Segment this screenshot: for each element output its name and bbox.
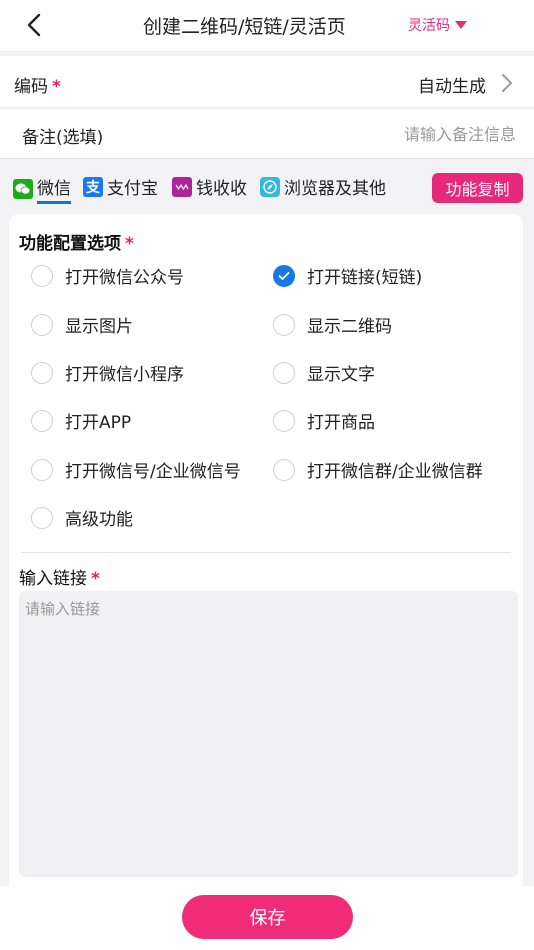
mode-label: 灵活码 xyxy=(408,18,450,34)
option-open-product[interactable]: 打开商品 xyxy=(273,408,375,433)
radio-unchecked-icon[interactable] xyxy=(273,409,295,432)
footer-bar: 保存 xyxy=(0,886,534,950)
save-button[interactable]: 保存 xyxy=(182,895,353,939)
back-arrow-icon[interactable] xyxy=(22,12,48,38)
option-open-wechat-group[interactable]: 打开微信群/企业微信群 xyxy=(273,457,483,482)
note-label: 备注(选填) xyxy=(22,128,104,148)
tab-label: 支付宝 xyxy=(107,179,158,199)
option-label: 打开微信小程序 xyxy=(65,365,184,385)
option-open-official-account[interactable]: 打开微信公众号 xyxy=(31,263,184,288)
radio-unchecked-icon[interactable] xyxy=(31,361,53,384)
divider xyxy=(21,552,511,553)
option-label: 打开链接(短链) xyxy=(307,268,423,288)
mode-dropdown[interactable]: 灵活码 xyxy=(408,15,467,35)
copy-function-button[interactable]: 功能复制 xyxy=(432,173,523,203)
radio-unchecked-icon[interactable] xyxy=(31,506,53,529)
config-title: 功能配置选项 * xyxy=(19,234,134,254)
tab-label: 钱收收 xyxy=(196,179,247,199)
radio-unchecked-icon[interactable] xyxy=(31,313,53,336)
tab-label: 浏览器及其他 xyxy=(284,179,386,199)
note-row: 备注(选填) xyxy=(0,109,534,159)
option-advanced[interactable]: 高级功能 xyxy=(31,505,133,530)
page-title: 创建二维码/短链/灵活页 xyxy=(143,16,346,38)
radio-unchecked-icon[interactable] xyxy=(31,264,53,287)
tab-wechat[interactable]: 微信 xyxy=(13,174,71,204)
config-card: 功能配置选项 * 打开微信公众号 打开链接(短链) 显示图片 显示二维码 打开微信… xyxy=(9,214,523,894)
option-label: 显示二维码 xyxy=(307,317,392,337)
option-label: 高级功能 xyxy=(65,510,133,530)
option-open-link[interactable]: 打开链接(短链) xyxy=(273,263,422,288)
code-label: 编码 * xyxy=(14,77,61,97)
required-mark: * xyxy=(91,569,100,589)
option-label: 显示文字 xyxy=(307,365,375,385)
tab-label: 微信 xyxy=(37,174,71,204)
top-bar: 创建二维码/短链/灵活页 灵活码 xyxy=(0,0,534,52)
note-input[interactable] xyxy=(256,119,516,149)
option-label: 打开微信公众号 xyxy=(65,268,184,288)
code-row[interactable]: 编码 * 自动生成 xyxy=(0,56,534,108)
radio-unchecked-icon[interactable] xyxy=(31,409,53,432)
option-open-miniprogram[interactable]: 打开微信小程序 xyxy=(31,360,184,385)
tab-alipay[interactable]: 支 支付宝 xyxy=(83,174,158,199)
link-input-label: 输入链接 * xyxy=(19,569,100,589)
tab-browser[interactable]: 浏览器及其他 xyxy=(260,174,386,199)
option-open-app[interactable]: 打开APP xyxy=(31,408,131,433)
radio-unchecked-icon[interactable] xyxy=(273,361,295,384)
radio-unchecked-icon[interactable] xyxy=(31,458,53,481)
option-show-qrcode[interactable]: 显示二维码 xyxy=(273,312,392,337)
radio-unchecked-icon[interactable] xyxy=(273,313,295,336)
tab-wallet[interactable]: 钱收收 xyxy=(172,174,247,199)
option-label: 打开APP xyxy=(65,413,132,433)
option-label: 打开微信号/企业微信号 xyxy=(65,462,241,482)
wallet-icon xyxy=(172,176,192,197)
triangle-down-icon xyxy=(455,21,467,29)
link-input[interactable] xyxy=(19,591,518,877)
option-open-wechat-id[interactable]: 打开微信号/企业微信号 xyxy=(31,457,241,482)
radio-unchecked-icon[interactable] xyxy=(273,458,295,481)
option-label: 显示图片 xyxy=(65,317,133,337)
wechat-icon xyxy=(13,179,33,199)
option-show-image[interactable]: 显示图片 xyxy=(31,312,133,337)
radio-checked-icon[interactable] xyxy=(273,264,295,287)
option-label: 打开商品 xyxy=(307,413,375,433)
browser-icon xyxy=(260,176,280,197)
option-label: 打开微信群/企业微信群 xyxy=(307,462,483,482)
required-mark: * xyxy=(52,77,61,97)
option-show-text[interactable]: 显示文字 xyxy=(273,360,375,385)
alipay-icon: 支 xyxy=(83,176,103,197)
required-mark: * xyxy=(125,234,134,254)
code-value: 自动生成 xyxy=(418,77,486,97)
chevron-right-icon xyxy=(502,74,512,92)
